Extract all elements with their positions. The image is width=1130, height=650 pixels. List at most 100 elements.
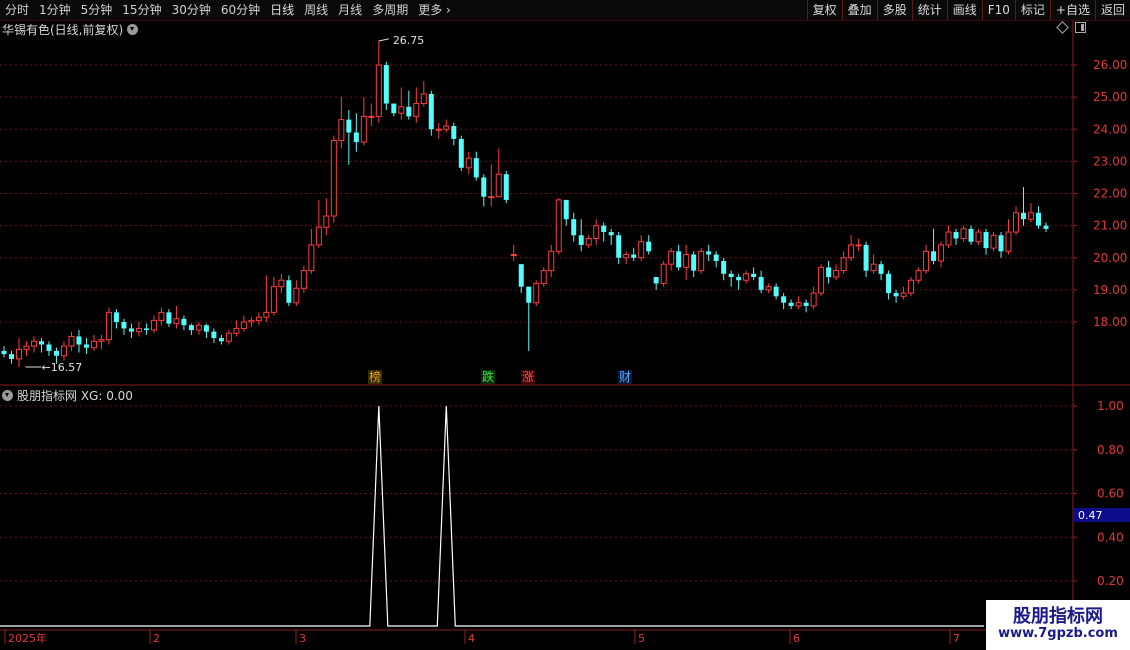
candle-body: [53, 350, 59, 356]
candle: [353, 113, 359, 152]
candle-body: [240, 321, 247, 329]
candle: [135, 322, 142, 337]
period-tab-4[interactable]: 30分钟: [167, 0, 216, 20]
candle-body: [765, 286, 772, 291]
event-markers: 榜跌涨财: [368, 369, 632, 384]
candle-body: [585, 237, 592, 246]
candle-body: [608, 232, 614, 236]
period-tab-8[interactable]: 月线: [333, 0, 367, 20]
candle-body: [83, 344, 89, 348]
tool-button-3[interactable]: 统计: [911, 0, 947, 20]
candle-body: [533, 282, 540, 304]
toolbar: 分时1分钟5分钟15分钟30分钟60分钟日线周线月线多周期更多 复权叠加多股统计…: [0, 0, 1130, 21]
candle: [503, 171, 509, 204]
candle-body: [413, 103, 420, 117]
candle-body: [728, 273, 734, 278]
time-tick-label: 2025年: [8, 631, 47, 645]
candle-body: [818, 266, 825, 294]
candle-body: [870, 263, 877, 272]
candle-body: [945, 231, 952, 246]
period-tab-10[interactable]: 更多: [413, 0, 456, 20]
candle: [826, 260, 832, 284]
tool-button-6[interactable]: 标记: [1014, 0, 1050, 20]
panel-toggle-icon[interactable]: [1075, 22, 1086, 33]
candle: [278, 273, 285, 294]
tool-button-1[interactable]: 叠加: [841, 0, 877, 20]
candle-body: [150, 319, 157, 331]
period-tab-1[interactable]: 1分钟: [34, 0, 76, 20]
tool-button-4[interactable]: 画线: [946, 0, 982, 20]
candle-body: [953, 232, 959, 239]
candle-body: [398, 106, 405, 114]
period-tab-0[interactable]: 分时: [0, 0, 34, 20]
candle-body: [181, 318, 187, 326]
candle: [188, 323, 194, 335]
candle-body: [481, 177, 487, 197]
tool-button-0[interactable]: 复权: [806, 0, 842, 20]
candle-body: [188, 325, 194, 331]
candle: [68, 331, 75, 351]
candle-body: [908, 279, 915, 294]
candle: [428, 90, 434, 136]
high-label: 26.75: [393, 34, 425, 47]
candle: [98, 334, 105, 350]
candle: [713, 251, 719, 268]
tool-button-8[interactable]: 返回: [1094, 0, 1130, 20]
candle: [346, 109, 352, 165]
candle-body: [751, 273, 757, 278]
indicator-tick-labels: 0.20 0.40 0.60 0.80 1.00: [1073, 399, 1124, 588]
tool-button-2[interactable]: 多股: [876, 0, 912, 20]
candle-body: [391, 103, 397, 114]
candle: [451, 122, 457, 146]
candle: [781, 293, 787, 310]
price-tick-label: 19.00: [1093, 283, 1127, 297]
candle: [293, 280, 300, 306]
candle-body: [826, 267, 832, 278]
candle: [533, 280, 540, 306]
candle-body: [683, 254, 690, 268]
candle: [300, 265, 307, 294]
candle: [90, 334, 97, 351]
candle-body: [166, 312, 172, 324]
time-tick-label: 6: [793, 632, 800, 645]
candle-body: [1036, 212, 1042, 226]
candle-body: [218, 338, 224, 342]
candle-body: [406, 106, 412, 117]
candle-body: [526, 286, 532, 303]
candle-body: [420, 93, 427, 105]
candle: [76, 330, 82, 353]
candle-body: [968, 228, 974, 242]
candle-body: [195, 324, 202, 331]
candle: [585, 235, 592, 249]
candle-body: [383, 65, 389, 104]
candlestick-series: [1, 40, 1049, 367]
chevron-down-icon[interactable]: [127, 23, 139, 35]
period-tab-6[interactable]: 日线: [265, 0, 299, 20]
indicator-tick-label: 0.40: [1097, 530, 1124, 544]
candle-body: [915, 270, 922, 281]
candle-body: [691, 254, 697, 271]
price-tick-label: 24.00: [1093, 122, 1127, 136]
candle-body: [278, 279, 285, 288]
candle: [270, 277, 277, 316]
candle-body: [503, 174, 509, 200]
tool-button-7[interactable]: +自选: [1049, 0, 1095, 20]
time-tick-label: 7: [953, 632, 960, 645]
period-tab-2[interactable]: 5分钟: [76, 0, 118, 20]
chevron-down-icon[interactable]: [2, 389, 13, 401]
period-tab-9[interactable]: 多周期: [367, 0, 413, 20]
diamond-icon[interactable]: [1056, 21, 1069, 34]
candle: [406, 90, 412, 120]
period-tab-3[interactable]: 15分钟: [117, 0, 166, 20]
period-tab-5[interactable]: 60分钟: [216, 0, 265, 20]
candle-body: [638, 241, 645, 259]
candle-body: [465, 157, 472, 169]
indicator-gridlines: [0, 405, 1073, 582]
tool-button-5[interactable]: F10: [981, 0, 1015, 20]
candle: [308, 228, 315, 274]
candle-body: [211, 331, 217, 339]
period-tab-7[interactable]: 周线: [299, 0, 333, 20]
candle-body: [540, 270, 547, 284]
candle-body: [30, 340, 37, 347]
candle: [788, 299, 794, 310]
